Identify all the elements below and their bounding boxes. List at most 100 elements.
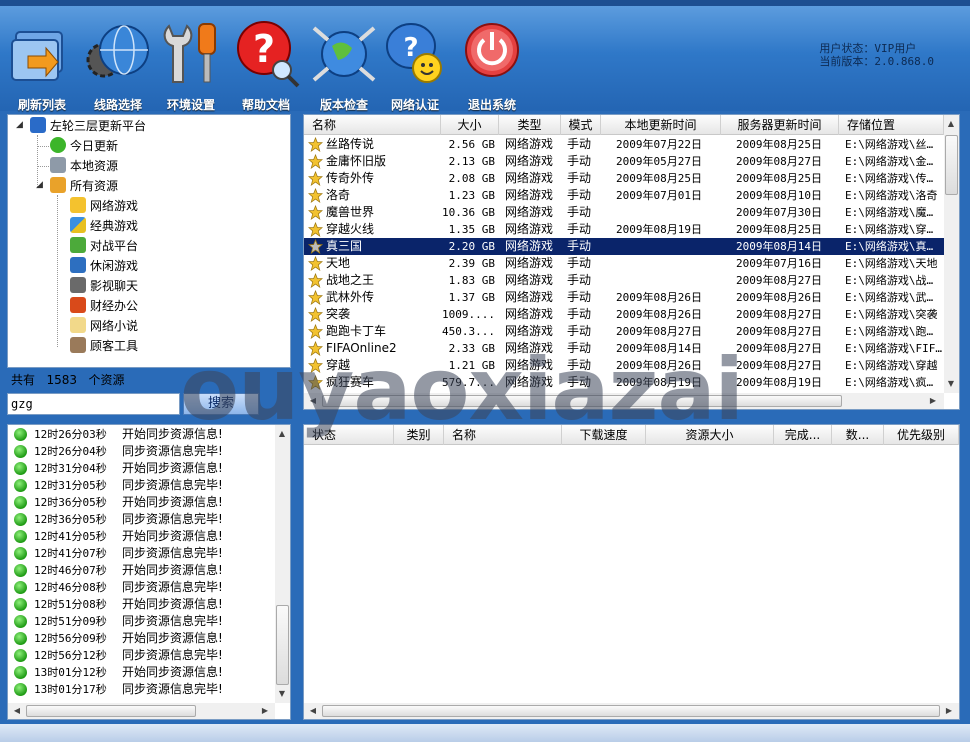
col-dl-name[interactable]: 名称 bbox=[444, 425, 562, 445]
table-row[interactable]: 天地 2.39 GB 网络游戏 手动 2009年07月16日 E:\网络游戏\天地 bbox=[304, 255, 944, 272]
power-exit-icon bbox=[465, 23, 519, 77]
table-row[interactable]: 传奇外传 2.08 GB 网络游戏 手动 2009年08月25日 2009年08月25日 E… bbox=[304, 170, 944, 187]
scroll-right-icon[interactable]: ▶ bbox=[942, 704, 956, 718]
tree-item-battle-platform[interactable]: 对战平台 bbox=[70, 236, 138, 256]
tree-item-today[interactable]: 今日更新 bbox=[50, 136, 118, 156]
exit-system-label: 退出系统 bbox=[467, 98, 516, 112]
col-mode[interactable]: 模式 bbox=[561, 115, 601, 135]
star-icon bbox=[308, 239, 323, 254]
table-row[interactable]: 穿越 1.21 GB 网络游戏 手动 2009年08月26日 2009年08月27日 E:\… bbox=[304, 357, 944, 374]
net-auth-button[interactable]: ? 网络认证 bbox=[375, 18, 455, 114]
scroll-up-icon[interactable]: ▲ bbox=[944, 117, 958, 131]
log-message: 开始同步资源信息! bbox=[122, 563, 223, 577]
horizontal-scrollbar[interactable]: ◀ ▶ bbox=[304, 393, 944, 409]
tree-item-finance[interactable]: 财经办公 bbox=[70, 296, 138, 316]
col-complete[interactable]: 完成... bbox=[774, 425, 832, 445]
vertical-scrollbar[interactable]: ▲ ▼ bbox=[944, 115, 959, 393]
search-button[interactable]: 搜索 bbox=[183, 393, 259, 415]
tree-item-classic-games[interactable]: 经典游戏 bbox=[70, 216, 138, 236]
log-time: 13时01分17秒 bbox=[34, 683, 107, 696]
table-row[interactable]: 疯狂赛车 579.7... 网络游戏 手动 2009年08月19日 2009年08月19日… bbox=[304, 374, 944, 391]
col-server-time[interactable]: 服务器更新时间 bbox=[721, 115, 839, 135]
table-row[interactable]: 穿越火线 1.35 GB 网络游戏 手动 2009年08月19日 2009年08月25日 E… bbox=[304, 221, 944, 238]
table-row[interactable]: 突袭 1009.... 网络游戏 手动 2009年08月26日 2009年08月27日 E:… bbox=[304, 306, 944, 323]
refresh-list-button[interactable]: 刷新列表 bbox=[2, 18, 82, 114]
col-size[interactable]: 大小 bbox=[441, 115, 499, 135]
help-docs-button[interactable]: ? 帮助文档 bbox=[226, 18, 306, 114]
cell-mode: 手动 bbox=[567, 154, 592, 168]
col-status[interactable]: 状态 bbox=[304, 425, 394, 445]
scroll-left-icon[interactable]: ◀ bbox=[10, 704, 24, 718]
route-select-button[interactable]: 线路选择 bbox=[78, 18, 158, 114]
tree-item-all[interactable]: 所有资源 bbox=[50, 176, 118, 196]
download-header: 状态 类别 名称 下载速度 资源大小 完成... 数... 优先级别 bbox=[304, 425, 959, 445]
version-check-button[interactable]: 版本检查 bbox=[304, 18, 384, 114]
tools-icon bbox=[70, 337, 86, 353]
star-icon bbox=[308, 205, 323, 220]
scroll-left-icon[interactable]: ◀ bbox=[306, 704, 320, 718]
table-row[interactable]: 金庸怀旧版 2.13 GB 网络游戏 手动 2009年05月27日 2009年08月27日… bbox=[304, 153, 944, 170]
table-row[interactable]: 跑跑卡丁车 450.3... 网络游戏 手动 2009年08月27日 2009年08月27… bbox=[304, 323, 944, 340]
col-path[interactable]: 存储位置 bbox=[839, 115, 944, 135]
cell-size: 1.21 GB bbox=[448, 359, 495, 372]
star-icon bbox=[308, 273, 323, 288]
collapse-icon[interactable]: ◢ bbox=[36, 180, 43, 190]
table-row[interactable]: 魔兽世界 10.36 GB 网络游戏 手动 2009年07月30日 E:\网络游戏\魔… bbox=[304, 204, 944, 221]
cell-name: 穿越 bbox=[326, 358, 351, 372]
col-category[interactable]: 类别 bbox=[394, 425, 444, 445]
table-row[interactable]: 洛奇 1.23 GB 网络游戏 手动 2009年07月01日 2009年08月10日 E:\… bbox=[304, 187, 944, 204]
log-message: 开始同步资源信息! bbox=[122, 665, 223, 679]
tree-root[interactable]: 左轮三层更新平台 bbox=[30, 116, 146, 136]
col-name[interactable]: 名称 bbox=[304, 115, 441, 135]
scroll-thumb[interactable] bbox=[276, 605, 289, 685]
scroll-down-icon[interactable]: ▼ bbox=[944, 377, 958, 391]
resource-count: 共有 1583 个资源 bbox=[11, 373, 125, 387]
log-vertical-scrollbar[interactable]: ▲ ▼ bbox=[275, 425, 290, 703]
tree-item-tools[interactable]: 顾客工具 bbox=[70, 336, 138, 356]
scroll-thumb[interactable] bbox=[945, 135, 958, 195]
toolbar: 刷新列表 线路选择 环境设置 ? 帮助文档 版本检查 ? 网络认证 退出系统 用… bbox=[0, 0, 970, 114]
cell-type: 网络游戏 bbox=[505, 290, 554, 304]
user-info: 用户状态：VIP用户 当前版本：2.0.868.0 bbox=[819, 42, 934, 68]
log-horizontal-scrollbar[interactable]: ◀ ▶ bbox=[8, 703, 275, 719]
col-type[interactable]: 类型 bbox=[499, 115, 561, 135]
table-row[interactable]: 武林外传 1.37 GB 网络游戏 手动 2009年08月26日 2009年08月26日 E… bbox=[304, 289, 944, 306]
exit-system-button[interactable]: 退出系统 bbox=[452, 18, 532, 114]
star-icon bbox=[308, 256, 323, 271]
col-priority[interactable]: 优先级别 bbox=[884, 425, 959, 445]
table-row[interactable]: 真三国 2.20 GB 网络游戏 手动 2009年08月14日 E:\网络游戏\真… bbox=[304, 238, 944, 255]
collapse-icon[interactable]: ◢ bbox=[16, 120, 23, 130]
col-count[interactable]: 数... bbox=[832, 425, 884, 445]
tree-item-local[interactable]: 本地资源 bbox=[50, 156, 118, 176]
scroll-down-icon[interactable]: ▼ bbox=[275, 687, 289, 701]
scroll-up-icon[interactable]: ▲ bbox=[275, 427, 289, 441]
scroll-thumb[interactable] bbox=[322, 395, 842, 407]
col-speed[interactable]: 下载速度 bbox=[562, 425, 646, 445]
col-res-size[interactable]: 资源大小 bbox=[646, 425, 774, 445]
download-horizontal-scrollbar[interactable]: ◀ ▶ bbox=[304, 703, 959, 719]
cell-type: 网络游戏 bbox=[505, 154, 554, 168]
table-row[interactable]: 丝路传说 2.56 GB 网络游戏 手动 2009年07月22日 2009年08月25日 E… bbox=[304, 136, 944, 153]
refresh-list-icon bbox=[11, 31, 63, 81]
cell-mode: 手动 bbox=[567, 324, 592, 338]
scroll-thumb[interactable] bbox=[26, 705, 196, 717]
scroll-left-icon[interactable]: ◀ bbox=[306, 394, 320, 408]
scroll-right-icon[interactable]: ▶ bbox=[926, 394, 940, 408]
cell-server: 2009年08月27日 bbox=[736, 308, 822, 321]
env-settings-button[interactable]: 环境设置 bbox=[151, 18, 231, 114]
col-local-time[interactable]: 本地更新时间 bbox=[601, 115, 721, 135]
cell-path: E:\网络游戏\真… bbox=[845, 240, 934, 253]
star-icon bbox=[308, 324, 323, 339]
scroll-right-icon[interactable]: ▶ bbox=[258, 704, 272, 718]
tree-item-online-games[interactable]: 网络游戏 bbox=[70, 196, 138, 216]
tree-item-novels[interactable]: 网络小说 bbox=[70, 316, 138, 336]
scroll-thumb[interactable] bbox=[322, 705, 940, 717]
cell-local: 2009年08月26日 bbox=[616, 291, 702, 304]
cell-local: 2009年07月01日 bbox=[616, 189, 702, 202]
tree-item-casual-games[interactable]: 休闲游戏 bbox=[70, 256, 138, 276]
table-row[interactable]: 战地之王 1.83 GB 网络游戏 手动 2009年08月27日 E:\网络游戏\战… bbox=[304, 272, 944, 289]
tree-item-video-chat[interactable]: 影视聊天 bbox=[70, 276, 138, 296]
table-row[interactable]: FIFAOnline2 2.33 GB 网络游戏 手动 2009年08月14日 2009年… bbox=[304, 340, 944, 357]
cell-name: 武林外传 bbox=[326, 290, 375, 304]
search-input[interactable] bbox=[7, 393, 180, 415]
